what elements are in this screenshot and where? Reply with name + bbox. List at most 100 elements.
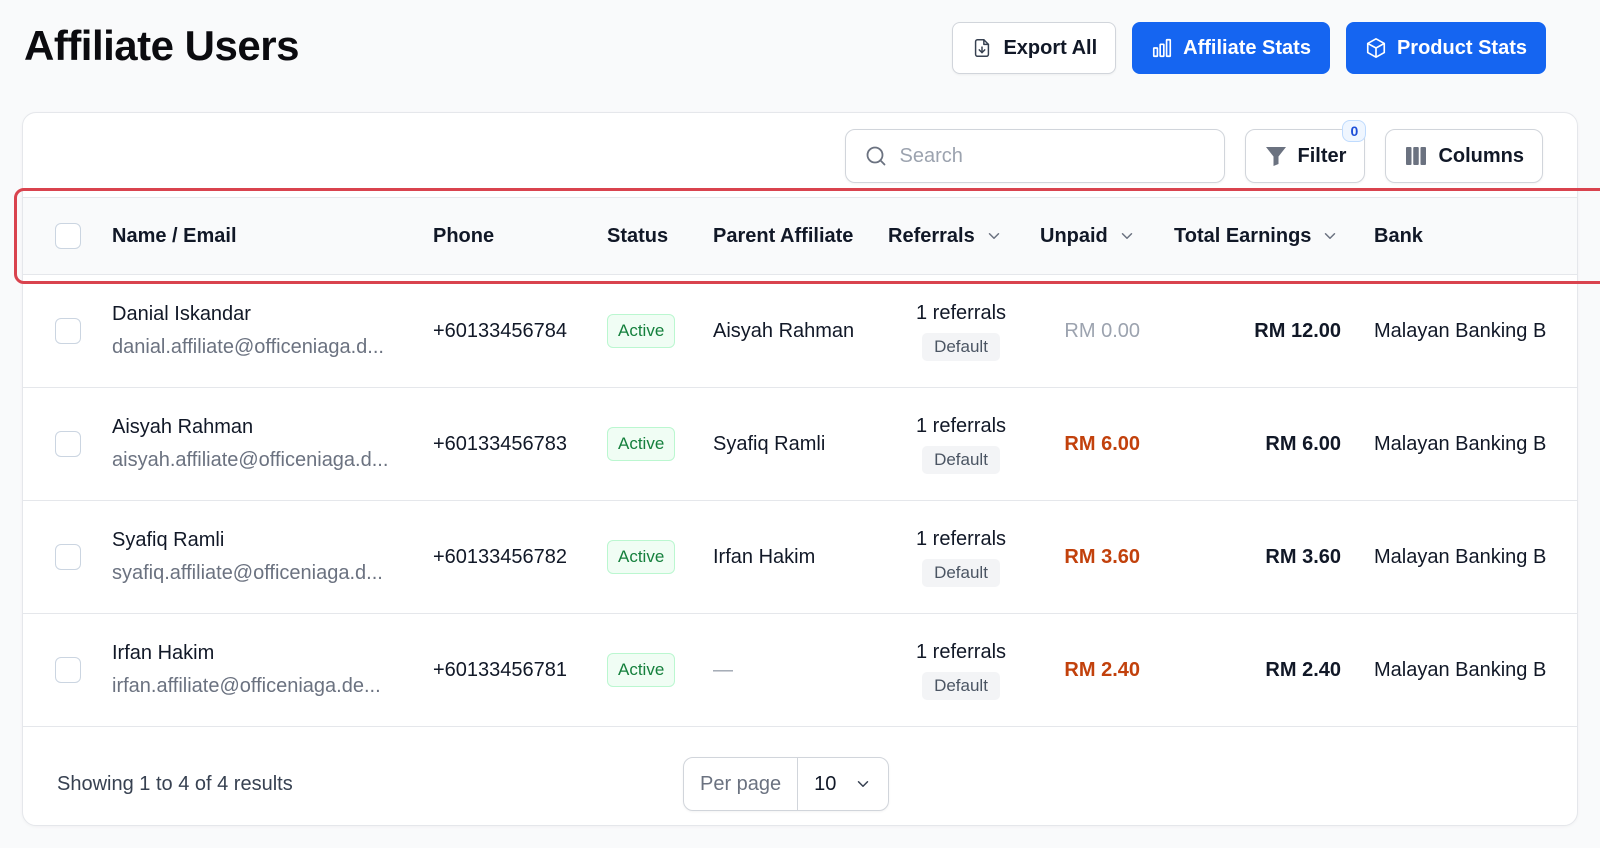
per-page-select[interactable]: Per page 10 bbox=[683, 757, 890, 811]
unpaid-cell: RM 3.60 bbox=[1064, 545, 1140, 568]
header-name-email: Name / Email bbox=[112, 224, 237, 247]
user-email: danial.affiliate@officeniaga.d... bbox=[112, 336, 384, 358]
file-download-icon bbox=[975, 39, 990, 57]
total-earnings-cell: RM 6.00 bbox=[1265, 432, 1341, 455]
user-name: Syafiq Ramli bbox=[112, 529, 225, 551]
status-badge: Active bbox=[607, 314, 676, 348]
table-row[interactable]: Aisyah Rahman aisyah.affiliate@officenia… bbox=[23, 388, 1577, 501]
row-select-cell bbox=[55, 275, 81, 387]
affiliate-stats-button[interactable]: Affiliate Stats bbox=[1132, 22, 1330, 74]
unpaid-cell: RM 0.00 bbox=[1064, 319, 1140, 342]
export-all-label: Export All bbox=[1003, 36, 1098, 59]
bank-cell: Malayan Banking B bbox=[1374, 432, 1547, 455]
header-status: Status bbox=[607, 224, 669, 247]
parent-affiliate-cell: Irfan Hakim bbox=[713, 545, 816, 568]
referrals-cell: 1 referrals Default bbox=[901, 388, 1021, 500]
unpaid-cell: RM 2.40 bbox=[1064, 658, 1140, 681]
chevron-down-icon bbox=[988, 233, 999, 239]
row-checkbox[interactable] bbox=[55, 431, 81, 457]
row-checkbox[interactable] bbox=[55, 657, 81, 683]
row-checkbox[interactable] bbox=[55, 544, 81, 570]
status-badge: Active bbox=[607, 653, 676, 687]
table-header: Name / Email Phone Status Parent Affilia… bbox=[23, 197, 1577, 275]
parent-affiliate-cell: — bbox=[713, 658, 733, 681]
table-row[interactable]: Irfan Hakim irfan.affiliate@officeniaga.… bbox=[23, 614, 1577, 727]
status-cell: Active bbox=[607, 388, 676, 500]
bar-chart-icon bbox=[1153, 38, 1172, 58]
header-actions: Export All Affiliate Stats Product Stats bbox=[952, 22, 1546, 74]
phone-cell: +60133456782 bbox=[433, 545, 568, 568]
row-select-cell bbox=[55, 614, 81, 726]
total-earnings-cell: RM 2.40 bbox=[1265, 658, 1341, 681]
referral-tag: Default bbox=[922, 558, 1000, 587]
header-unpaid[interactable]: Unpaid bbox=[1040, 198, 1136, 274]
phone-cell: +60133456781 bbox=[433, 658, 568, 681]
search-box bbox=[844, 129, 1225, 183]
per-page-value: 10 bbox=[814, 772, 837, 795]
user-email: aisyah.affiliate@officeniaga.d... bbox=[112, 449, 389, 471]
table-row[interactable]: Syafiq Ramli syafiq.affiliate@officeniag… bbox=[23, 501, 1577, 614]
table-toolbar: Filter 0 Columns bbox=[844, 120, 1543, 183]
search-icon bbox=[866, 146, 885, 166]
per-page-value-box[interactable]: 10 bbox=[798, 758, 888, 810]
header-referrals[interactable]: Referrals bbox=[888, 198, 1003, 274]
table-footer: Showing 1 to 4 of 4 results Per page 10 bbox=[23, 741, 1577, 825]
total-earnings-cell: RM 3.60 bbox=[1265, 545, 1341, 568]
header-bank: Bank bbox=[1374, 224, 1423, 247]
user-email: irfan.affiliate@officeniaga.de... bbox=[112, 675, 381, 697]
columns-icon bbox=[1406, 147, 1427, 165]
bank-cell: Malayan Banking B bbox=[1374, 658, 1547, 681]
user-name: Danial Iskandar bbox=[112, 303, 251, 325]
referrals-cell: 1 referrals Default bbox=[901, 501, 1021, 613]
referral-tag: Default bbox=[922, 671, 1000, 700]
header-total-earnings[interactable]: Total Earnings bbox=[1174, 198, 1339, 274]
referral-tag: Default bbox=[922, 445, 1000, 474]
row-select-cell bbox=[55, 501, 81, 613]
filter-label: Filter bbox=[1297, 144, 1347, 167]
per-page-label: Per page bbox=[684, 758, 799, 810]
header-parent-affiliate: Parent Affiliate bbox=[713, 224, 854, 247]
unpaid-cell: RM 6.00 bbox=[1064, 432, 1140, 455]
select-all-checkbox[interactable] bbox=[55, 223, 81, 249]
parent-affiliate-cell: Syafiq Ramli bbox=[713, 432, 826, 455]
affiliate-stats-label: Affiliate Stats bbox=[1183, 36, 1311, 59]
referrals-cell: 1 referrals Default bbox=[901, 275, 1021, 387]
columns-button[interactable]: Columns bbox=[1385, 129, 1543, 183]
row-select-cell bbox=[55, 388, 81, 500]
status-cell: Active bbox=[607, 501, 676, 613]
chevron-down-icon bbox=[858, 781, 869, 787]
status-cell: Active bbox=[607, 614, 676, 726]
results-summary: Showing 1 to 4 of 4 results bbox=[57, 772, 293, 795]
search-input[interactable] bbox=[899, 144, 1200, 168]
name-email-cell: Danial Iskandar danial.affiliate@officen… bbox=[112, 275, 384, 387]
referral-tag: Default bbox=[922, 332, 1000, 361]
referrals-count: 1 referrals bbox=[915, 414, 1007, 437]
filter-button[interactable]: Filter 0 bbox=[1244, 120, 1367, 183]
columns-label: Columns bbox=[1438, 144, 1524, 167]
filter-icon bbox=[1265, 147, 1286, 166]
product-stats-label: Product Stats bbox=[1396, 36, 1527, 59]
product-stats-button[interactable]: Product Stats bbox=[1345, 22, 1546, 74]
affiliate-users-card: Filter 0 Columns Name / Email Phone Stat… bbox=[22, 112, 1578, 826]
filter-count-badge: 0 bbox=[1342, 120, 1367, 142]
table-row[interactable]: Danial Iskandar danial.affiliate@officen… bbox=[23, 275, 1577, 388]
page-title: Affiliate Users bbox=[24, 22, 299, 69]
user-email: syafiq.affiliate@officeniaga.d... bbox=[112, 562, 383, 584]
user-name: Aisyah Rahman bbox=[112, 416, 254, 438]
bank-cell: Malayan Banking B bbox=[1374, 319, 1547, 342]
phone-cell: +60133456783 bbox=[433, 432, 568, 455]
phone-cell: +60133456784 bbox=[433, 319, 568, 342]
row-checkbox[interactable] bbox=[55, 318, 81, 344]
cube-icon bbox=[1366, 38, 1386, 58]
status-badge: Active bbox=[607, 427, 676, 461]
referrals-count: 1 referrals bbox=[915, 301, 1007, 324]
user-name: Irfan Hakim bbox=[112, 642, 215, 664]
header-phone: Phone bbox=[433, 224, 495, 247]
chevron-down-icon bbox=[1121, 233, 1133, 239]
total-earnings-cell: RM 12.00 bbox=[1254, 319, 1341, 342]
chevron-down-icon bbox=[1325, 233, 1336, 239]
bank-cell: Malayan Banking B bbox=[1374, 545, 1547, 568]
export-all-button[interactable]: Export All bbox=[952, 22, 1117, 74]
referrals-count: 1 referrals bbox=[915, 527, 1007, 550]
parent-affiliate-cell: Aisyah Rahman bbox=[713, 319, 855, 342]
